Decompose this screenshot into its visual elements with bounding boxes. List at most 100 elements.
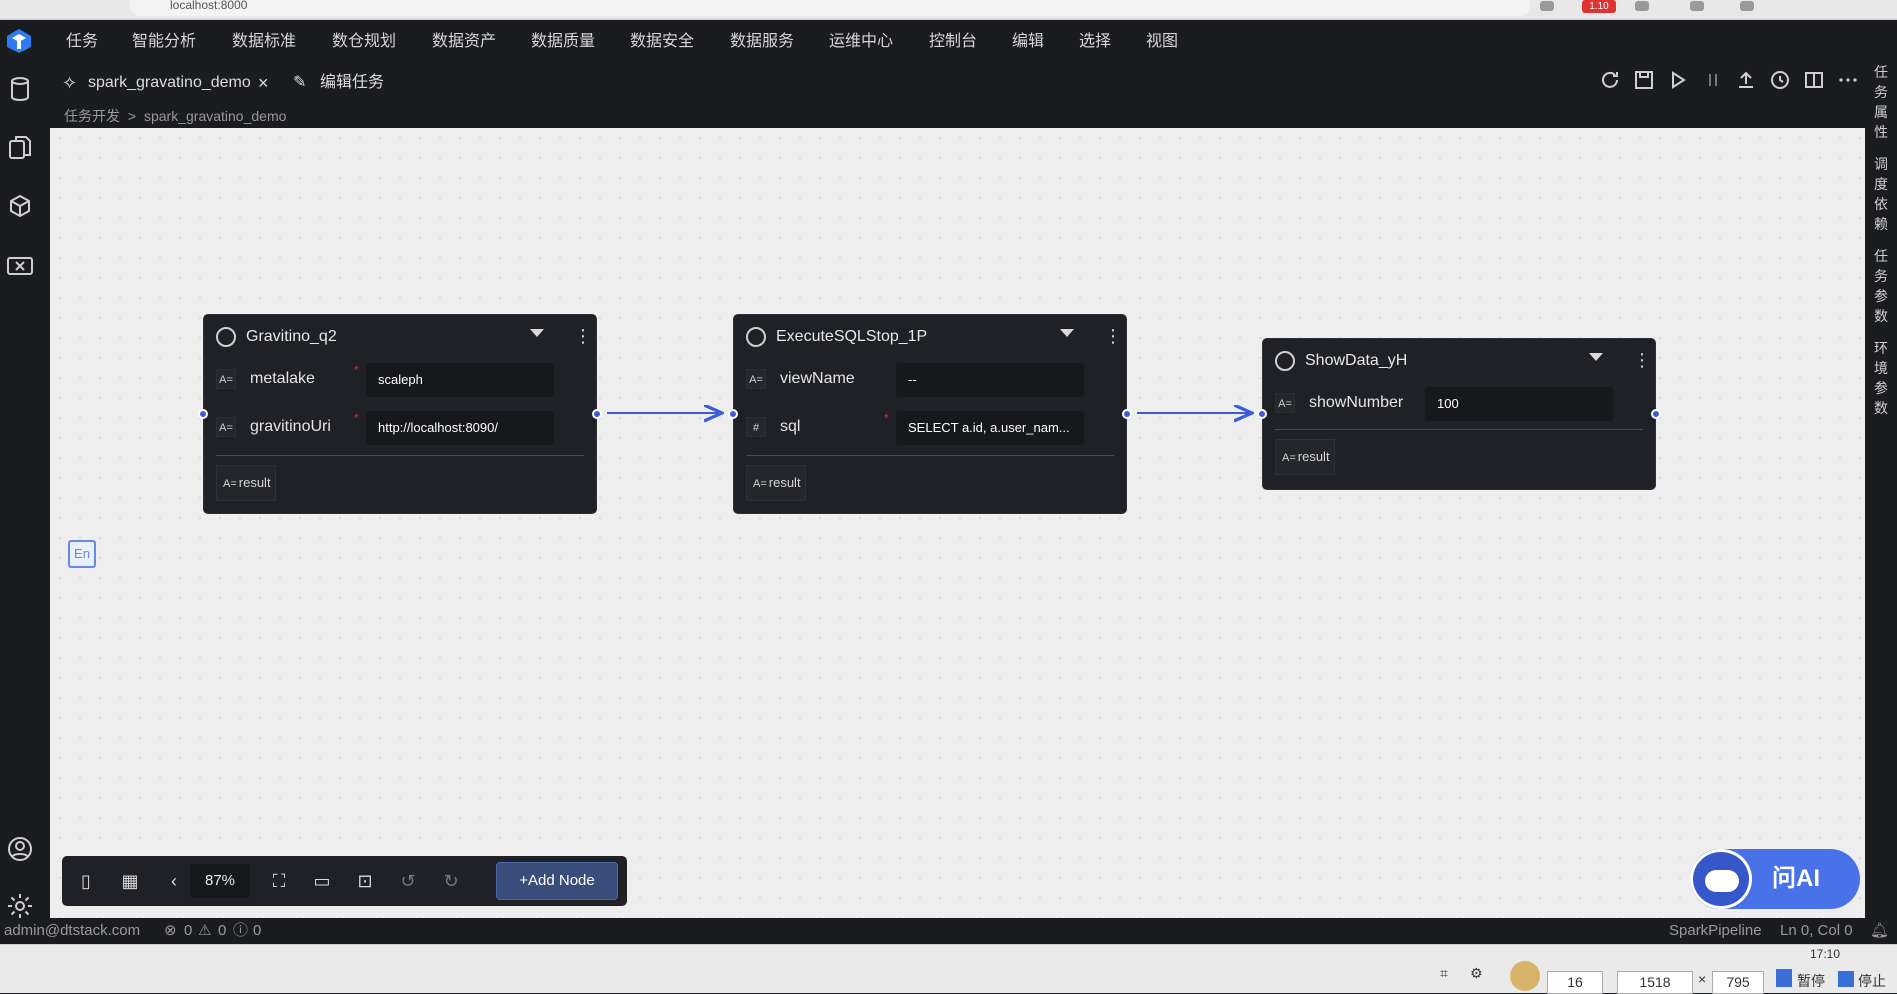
zoom-level[interactable]: 87% [190,864,250,898]
refresh-icon[interactable] [1598,68,1622,92]
breadcrumb-root[interactable]: 任务开发 [64,108,120,124]
crop-icon[interactable]: ⌗ [1440,965,1448,982]
tab-pin-icon[interactable]: ✧ [62,66,77,100]
tab-edit-task[interactable]: 编辑任务 [320,66,384,100]
ask-ai-button[interactable]: 问AI [1690,849,1860,909]
menu-item-analysis[interactable]: 智能分析 [132,20,196,60]
cube-icon[interactable] [6,192,34,220]
error-icon[interactable]: ⊗ [164,918,177,944]
app-logo-icon[interactable] [6,28,32,54]
layout-grid-icon[interactable]: ▦ [118,869,142,893]
minimap-icon[interactable]: ▭ [310,869,334,893]
node-execute-sql[interactable]: ExecuteSQLStop_1P ⋮ A= viewName -- # sql… [728,314,1132,514]
settings-gear-icon[interactable] [6,892,34,920]
field-show-number: A= showNumber 100 [1275,383,1645,423]
account-icon[interactable] [6,835,34,863]
result-output[interactable]: A= result [1275,439,1335,475]
collapse-caret-icon[interactable] [1589,353,1603,361]
output-port[interactable] [1122,409,1132,419]
panel-env-params[interactable]: 环境参数 [1872,338,1890,418]
node-header[interactable]: ExecuteSQLStop_1P ⋮ [734,315,1126,359]
panel-schedule-dependency[interactable]: 调度依赖 [1872,154,1890,234]
extension-puzzle-icon[interactable] [1690,1,1704,11]
split-editor-icon[interactable] [1802,68,1826,92]
output-port[interactable] [592,409,602,419]
status-user[interactable]: admin@dtstack.com [4,918,140,944]
output-port[interactable] [1651,409,1661,419]
menu-item-warehouse[interactable]: 数仓规划 [332,20,396,60]
menu-item-service[interactable]: 数据服务 [730,20,794,60]
collapse-caret-icon[interactable] [1060,329,1074,337]
menu-item-quality[interactable]: 数据质量 [531,20,595,60]
pause-recording-button[interactable]: 暂停 [1797,971,1825,991]
mouse-mode-icon[interactable]: ▯ [74,869,98,893]
run-play-icon[interactable] [1666,68,1690,92]
input-port[interactable] [198,409,208,419]
files-icon[interactable] [6,133,34,161]
menu-item-assets[interactable]: 数据资产 [432,20,496,60]
input-port[interactable] [1257,409,1267,419]
menu-item-select[interactable]: 选择 [1079,20,1111,60]
info-icon[interactable]: ⓘ [233,918,248,944]
status-cursor-position[interactable]: Ln 0, Col 0 [1780,918,1853,944]
menu-item-view[interactable]: 视图 [1146,20,1178,60]
notification-bell-icon[interactable]: 🔔︎ [1870,918,1889,944]
database-icon[interactable] [6,75,34,103]
add-node-button[interactable]: +Add Node [496,862,618,900]
menu-item-edit[interactable]: 编辑 [1012,20,1044,60]
address-bar[interactable]: localhost:8000 [130,0,1530,16]
tab-close-icon[interactable]: × [258,66,269,100]
metalake-input[interactable]: scaleph [366,363,554,397]
node-menu-icon[interactable]: ⋮ [1633,351,1651,369]
more-actions-icon[interactable] [1836,68,1860,92]
panel-task-params[interactable]: 任务参数 [1872,246,1890,326]
node-show-data[interactable]: ShowData_yH ⋮ A= showNumber 100 A= result [1257,338,1661,490]
node-menu-icon[interactable]: ⋮ [574,327,592,345]
node-header[interactable]: Gravitino_q2 ⋮ [204,315,596,359]
extension-flag-icon[interactable] [1540,1,1554,11]
menu-item-standard[interactable]: 数据标准 [232,20,296,60]
menu-item-task[interactable]: 任务 [66,20,98,60]
menu-item-console[interactable]: 控制台 [929,20,977,60]
tab-spark-gravatino-demo[interactable]: spark_gravatino_demo [88,66,251,100]
menu-item-security[interactable]: 数据安全 [630,20,694,60]
save-icon[interactable] [1632,68,1656,92]
profile-icon[interactable] [1740,1,1754,11]
lock-icon[interactable]: ⊡ [353,869,377,893]
gravitino-uri-input[interactable]: http://localhost:8090/ [366,411,554,445]
node-gravitino[interactable]: Gravitino_q2 ⋮ A= metalake * scaleph A= … [198,314,602,514]
undo-icon[interactable]: ↺ [396,869,420,893]
input-port[interactable] [728,409,738,419]
redo-icon[interactable]: ↻ [439,869,463,893]
sql-input[interactable]: SELECT a.id, a.user_nam... [896,411,1084,445]
collapse-caret-icon[interactable] [530,329,544,337]
timer-dial-icon[interactable] [1510,961,1540,991]
panel-task-properties[interactable]: 任务属性 [1872,62,1890,142]
translate-en-icon[interactable]: En [68,540,96,568]
stop-recording-button[interactable]: 停止 [1858,971,1886,991]
extension-badge[interactable]: 1.10 [1582,0,1616,13]
warning-icon[interactable]: ⚠ [198,918,211,944]
result-output[interactable]: A= result [746,465,806,501]
height-input[interactable]: 795 [1712,971,1764,994]
flow-canvas[interactable]: Gravitino_q2 ⋮ A= metalake * scaleph A= … [50,128,1865,918]
fit-screen-icon[interactable]: ⛶ [267,869,291,893]
speed-input[interactable]: 16 [1547,971,1603,994]
node-header[interactable]: ShowData_yH ⋮ [1263,339,1655,383]
tools-icon[interactable]: ⚙ [1470,965,1483,982]
width-input[interactable]: 1518 [1617,971,1693,994]
function-variable-icon[interactable] [6,252,34,280]
status-language[interactable]: SparkPipeline [1669,918,1762,944]
node-menu-icon[interactable]: ⋮ [1104,327,1122,345]
menu-item-ops[interactable]: 运维中心 [829,20,893,60]
history-icon[interactable] [1768,68,1792,92]
view-name-input[interactable]: -- [896,363,1084,397]
extension-icon[interactable] [1635,1,1649,11]
upload-icon[interactable] [1734,68,1758,92]
result-output[interactable]: A= result [216,465,276,501]
show-number-input[interactable]: 100 [1425,387,1613,421]
collapse-icon[interactable]: ‹ [162,869,186,893]
pause-icon[interactable] [1701,68,1725,92]
error-count: 0 [184,922,193,939]
breadcrumb-current[interactable]: spark_gravatino_demo [144,108,286,124]
